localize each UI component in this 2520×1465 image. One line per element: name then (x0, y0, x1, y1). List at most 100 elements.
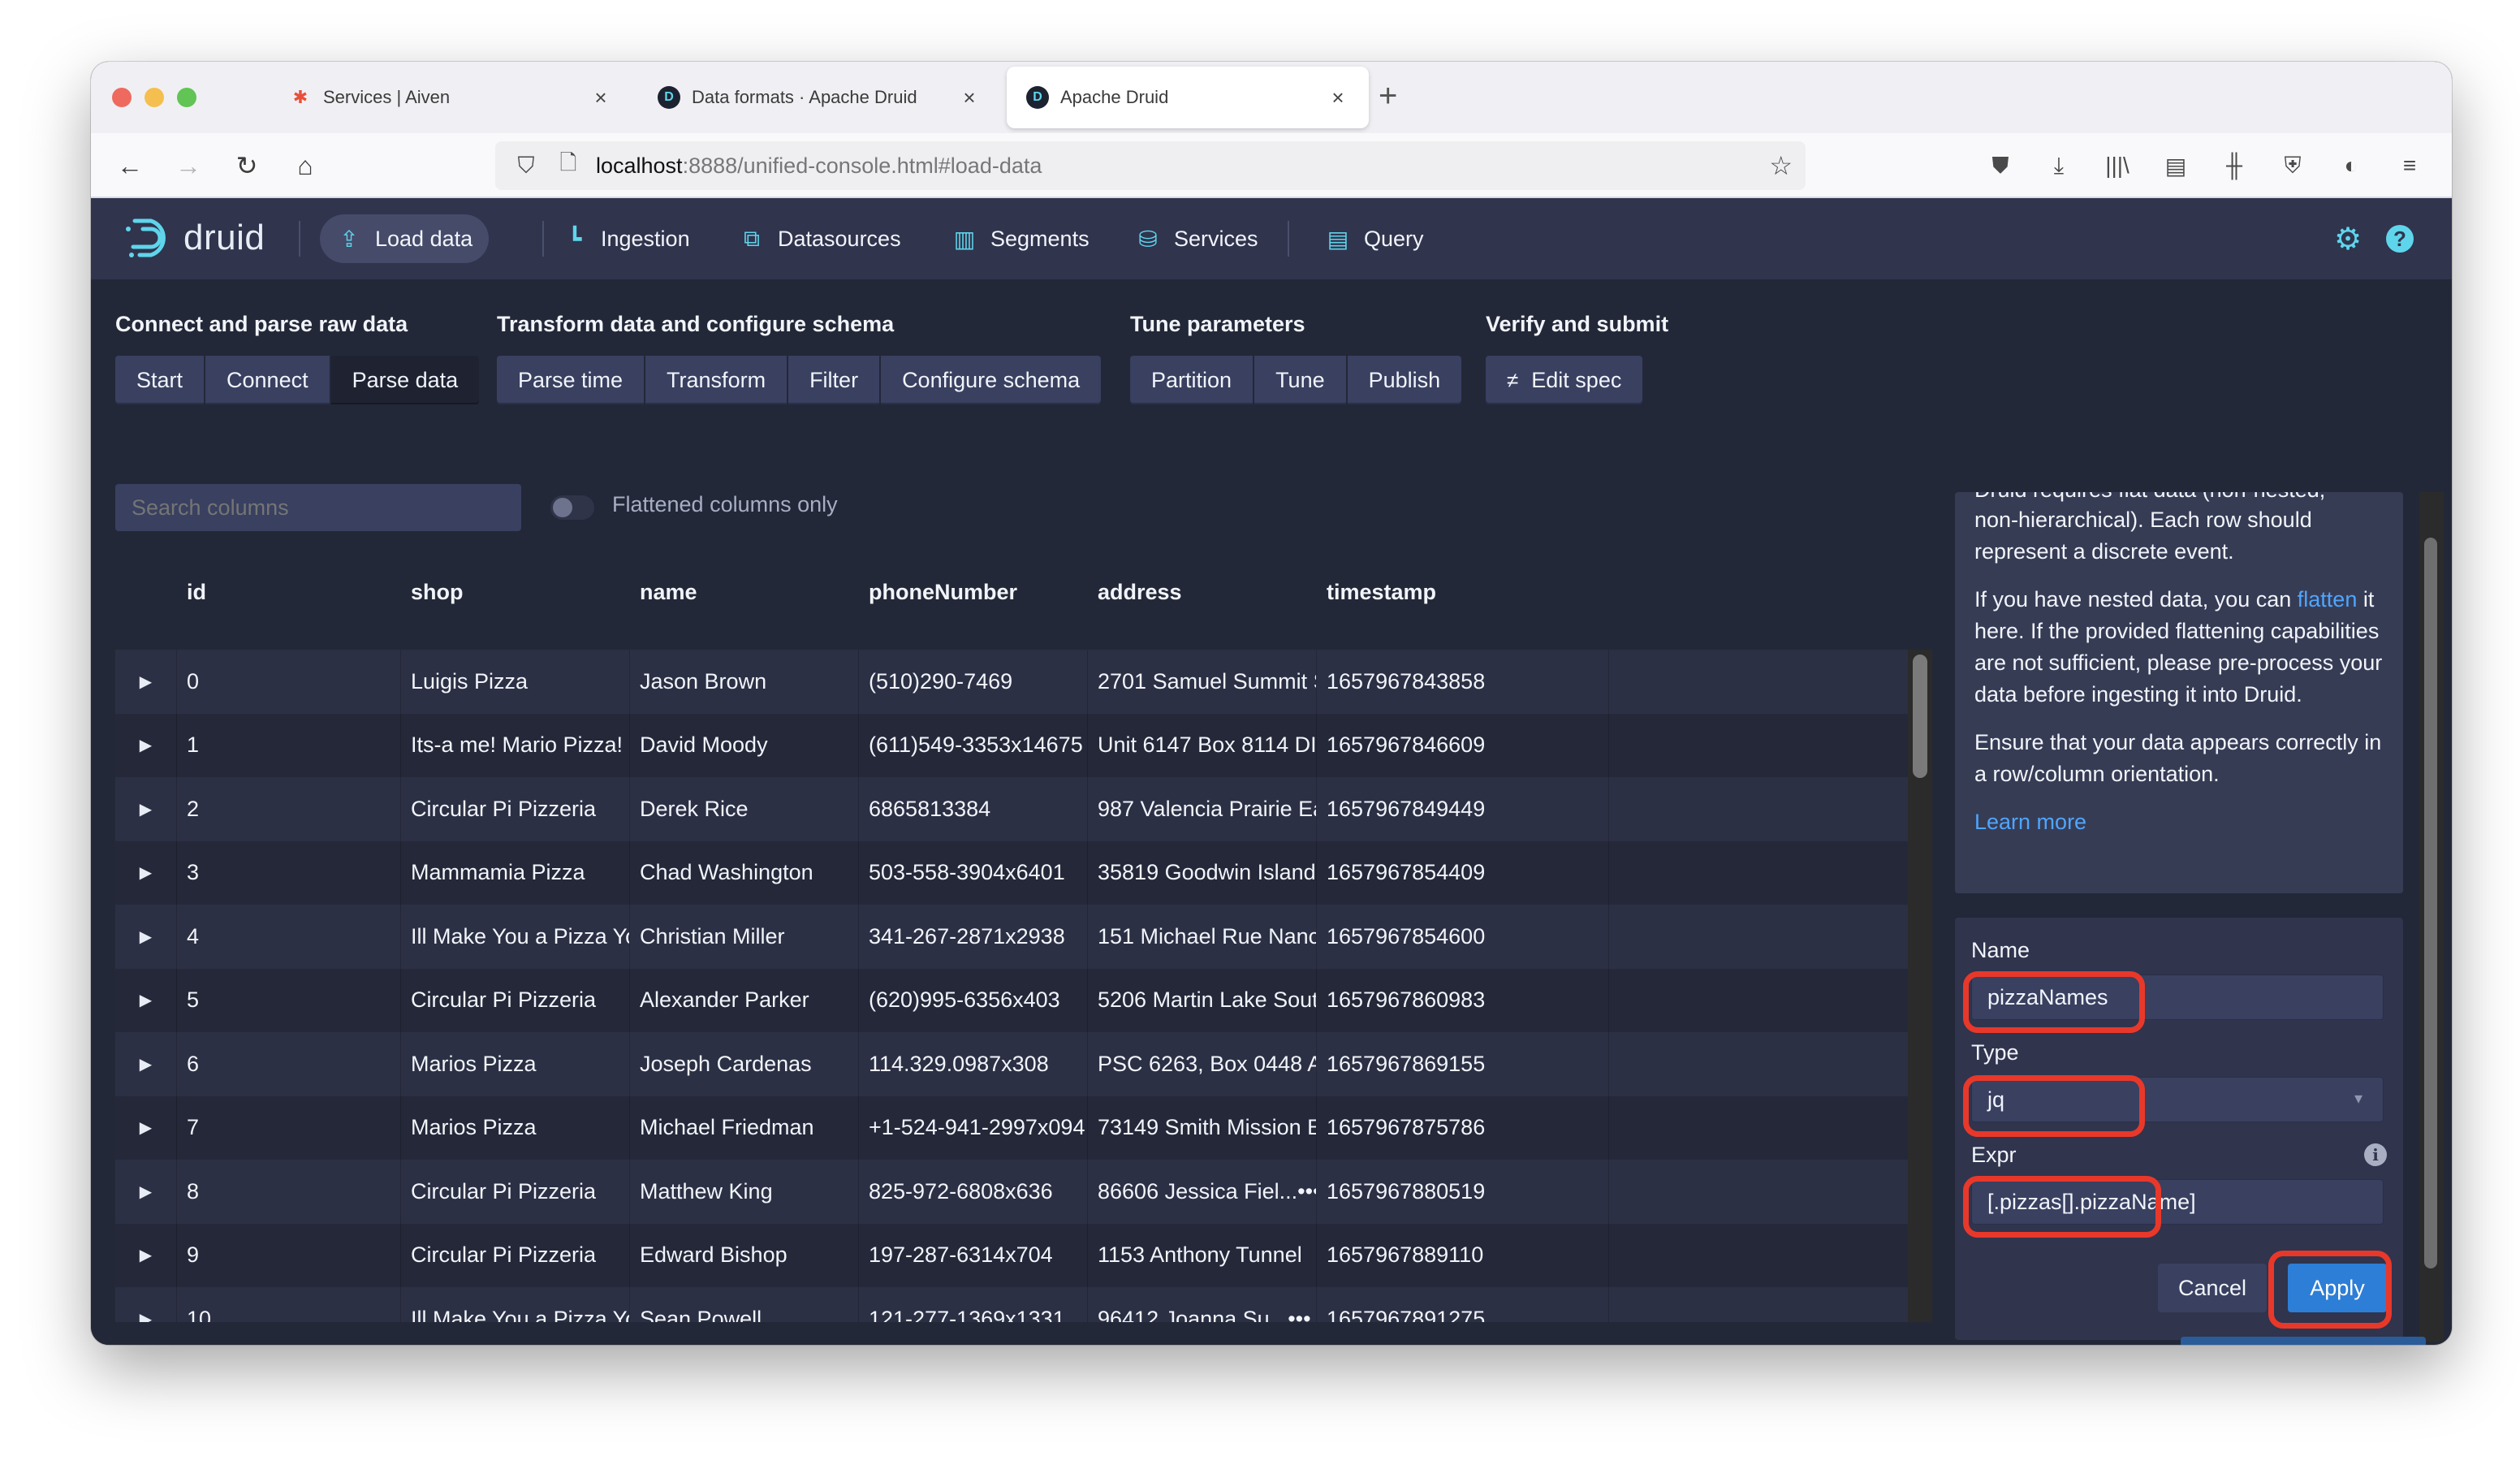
expand-row-caret-icon[interactable]: ▶ (115, 1032, 177, 1096)
nav-query[interactable]: ▤ Query (1309, 214, 1440, 263)
pocket-icon[interactable]: ⛊ (1983, 148, 2018, 184)
cancel-button[interactable]: Cancel (2158, 1264, 2267, 1312)
druid-logo[interactable]: druid (123, 216, 265, 260)
table-row[interactable]: ▶ 10 Ill Make You a Pizza Yo Sean Powell 121… (115, 1287, 1909, 1322)
flattened-columns-toggle[interactable] (550, 495, 594, 520)
table-cell-shop: Luigis Pizza (401, 650, 630, 714)
step-publish[interactable]: Publish (1347, 356, 1462, 404)
forward-button[interactable]: → (170, 148, 206, 184)
side-panel-scrollbar-thumb[interactable] (2424, 538, 2437, 1268)
settings-button[interactable]: ⚙ (2330, 221, 2366, 257)
expand-row-caret-icon[interactable]: ▶ (115, 1223, 177, 1287)
table-scrollbar[interactable] (1908, 650, 1932, 1322)
nav-services[interactable]: ⛁ Services (1119, 214, 1275, 263)
expand-row-caret-icon[interactable]: ▶ (115, 841, 177, 905)
minimize-window-button[interactable] (145, 88, 164, 107)
step-parse-data[interactable]: Parse data (330, 356, 480, 404)
nav-datasources[interactable]: ⧉ Datasources (723, 214, 917, 263)
address-bar[interactable]: ⛉ 🗋 localhost:8888/unified-console.html#… (495, 141, 1806, 190)
page-info-icon[interactable]: 🗋 (552, 148, 585, 184)
table-row[interactable]: ▶ 5 Circular Pi Pizzeria Alexander Parker (6… (115, 968, 1909, 1032)
new-tab-button[interactable]: + (1379, 80, 1397, 112)
learn-more-link[interactable]: Learn more (1974, 810, 2086, 834)
zoom-window-button[interactable] (177, 88, 196, 107)
step-edit-spec[interactable]: ≠ Edit spec (1486, 356, 1643, 404)
column-header-shop[interactable]: shop (401, 559, 630, 646)
extension-fence-icon[interactable]: ╫ (2216, 148, 2252, 184)
type-select[interactable]: jq ▾ (1971, 1077, 2384, 1122)
menu-hamburger-icon[interactable]: ≡ (2392, 148, 2427, 184)
name-input[interactable]: pizzaNames (1971, 975, 2384, 1020)
tab-data-formats[interactable]: D Data formats · Apache Druid × (638, 67, 1000, 128)
table-row[interactable]: ▶ 9 Circular Pi Pizzeria Edward Bishop 197-2… (115, 1223, 1909, 1287)
expand-row-caret-icon[interactable]: ▶ (115, 1096, 177, 1160)
close-tab-icon[interactable]: × (1327, 85, 1349, 110)
table-scrollbar-thumb[interactable] (1913, 655, 1927, 778)
nav-load-data[interactable]: ⇪ Load data (320, 214, 490, 263)
close-tab-icon[interactable]: × (958, 85, 981, 110)
expand-row-caret-icon[interactable]: ▶ (115, 650, 177, 714)
table-row[interactable]: ▶ 6 Marios Pizza Joseph Cardenas 114.329.098… (115, 1032, 1909, 1096)
step-configure-schema[interactable]: Configure schema (881, 356, 1102, 404)
previous-page-icon[interactable]: ‹ (115, 1342, 164, 1346)
table-cell-id: 8 (177, 1160, 401, 1224)
side-panel-scrollbar[interactable] (2419, 492, 2444, 1342)
table-row[interactable]: ▶ 3 Mammamia Pizza Chad Washington 503-558-3… (115, 841, 1909, 905)
table-cell-id: 9 (177, 1223, 401, 1287)
tab-services-aiven[interactable]: ✱ Services | Aiven × (270, 67, 632, 128)
next-page-icon[interactable]: › (164, 1342, 213, 1346)
expand-row-caret-icon[interactable]: ▶ (115, 905, 177, 969)
table-row[interactable]: ▶ 1 Its-a me! Mario Pizza! David Moody (611)… (115, 713, 1909, 777)
apply-button[interactable]: Apply (2288, 1264, 2387, 1312)
column-header-id[interactable]: id (177, 559, 401, 646)
tab-apache-druid[interactable]: D Apache Druid × (1007, 67, 1369, 128)
back-button[interactable]: ← (112, 148, 148, 184)
table-row[interactable]: ▶ 0 Luigis Pizza Jason Brown (510)290-7469 27… (115, 650, 1909, 714)
expand-row-caret-icon[interactable]: ▶ (115, 777, 177, 841)
ublock-shield-icon[interactable]: ⛨ (2275, 148, 2311, 184)
expand-row-caret-icon[interactable]: ▶ (115, 1287, 177, 1322)
next-parse-time-button[interactable]: Next: Parse time → (2181, 1337, 2426, 1345)
table-cell-address: 151 Michael Rue Nanc (1088, 905, 1317, 969)
step-start[interactable]: Start (115, 356, 205, 404)
step-partition[interactable]: Partition (1130, 356, 1254, 404)
table-row[interactable]: ▶ 7 Marios Pizza Michael Friedman +1-524-941… (115, 1096, 1909, 1160)
flatten-link[interactable]: flatten (2298, 587, 2358, 611)
nav-segments[interactable]: ▥ Segments (935, 214, 1106, 263)
table-row[interactable]: ▶ 8 Circular Pi Pizzeria Matthew King 825-97… (115, 1160, 1909, 1224)
step-transform[interactable]: Transform (645, 356, 788, 404)
expand-row-caret-icon[interactable]: ▶ (115, 968, 177, 1032)
bookmark-star-icon[interactable]: ☆ (1769, 150, 1793, 181)
search-columns-input[interactable] (115, 484, 521, 531)
expand-row-caret-icon[interactable]: ▶ (115, 1160, 177, 1224)
reload-button[interactable]: ↻ (229, 148, 265, 184)
tracking-shield-icon[interactable]: ⛉ (510, 153, 542, 179)
column-header-name[interactable]: name (630, 559, 859, 646)
step-parse-time[interactable]: Parse time (497, 356, 645, 404)
help-button[interactable]: ? (2382, 221, 2418, 257)
password-manager-icon[interactable]: ◐ (2333, 148, 2369, 184)
downloads-icon[interactable]: ⤓ (2041, 148, 2077, 184)
nav-ingestion[interactable]: ┗ Ingestion (546, 214, 706, 263)
expr-input[interactable]: [.pizzas[].pizzaName] (1971, 1179, 2384, 1225)
column-header-address[interactable]: address (1088, 559, 1317, 646)
home-button[interactable]: ⌂ (287, 148, 323, 184)
expand-row-caret-icon[interactable]: ▶ (115, 713, 177, 777)
table-row[interactable]: ▶ 2 Circular Pi Pizzeria Derek Rice 68658133… (115, 777, 1909, 841)
sidebar-icon[interactable]: ▤ (2158, 148, 2194, 184)
column-header-phonenumber[interactable]: phoneNumber (859, 559, 1088, 646)
step-tune[interactable]: Tune (1254, 356, 1346, 404)
close-tab-icon[interactable]: × (589, 85, 612, 110)
step-filter[interactable]: Filter (788, 356, 880, 404)
step-connect[interactable]: Connect (205, 356, 330, 404)
table-cell-name: Alexander Parker (630, 968, 859, 1032)
table-cell-name: Joseph Cardenas (630, 1032, 859, 1096)
info-icon[interactable]: i (2364, 1143, 2387, 1166)
close-window-button[interactable] (112, 88, 132, 107)
library-icon[interactable]: |||\ (2099, 148, 2135, 184)
flattened-columns-label: Flattened columns only (612, 492, 838, 516)
table-row[interactable]: ▶ 4 Ill Make You a Pizza Yo Christian Mille… (115, 905, 1909, 969)
table-cell-timestamp: 1657967880519 (1317, 1160, 1609, 1224)
url-text[interactable]: localhost:8888/unified-console.html#load… (596, 153, 1042, 179)
column-header-timestamp[interactable]: timestamp (1317, 559, 1609, 646)
